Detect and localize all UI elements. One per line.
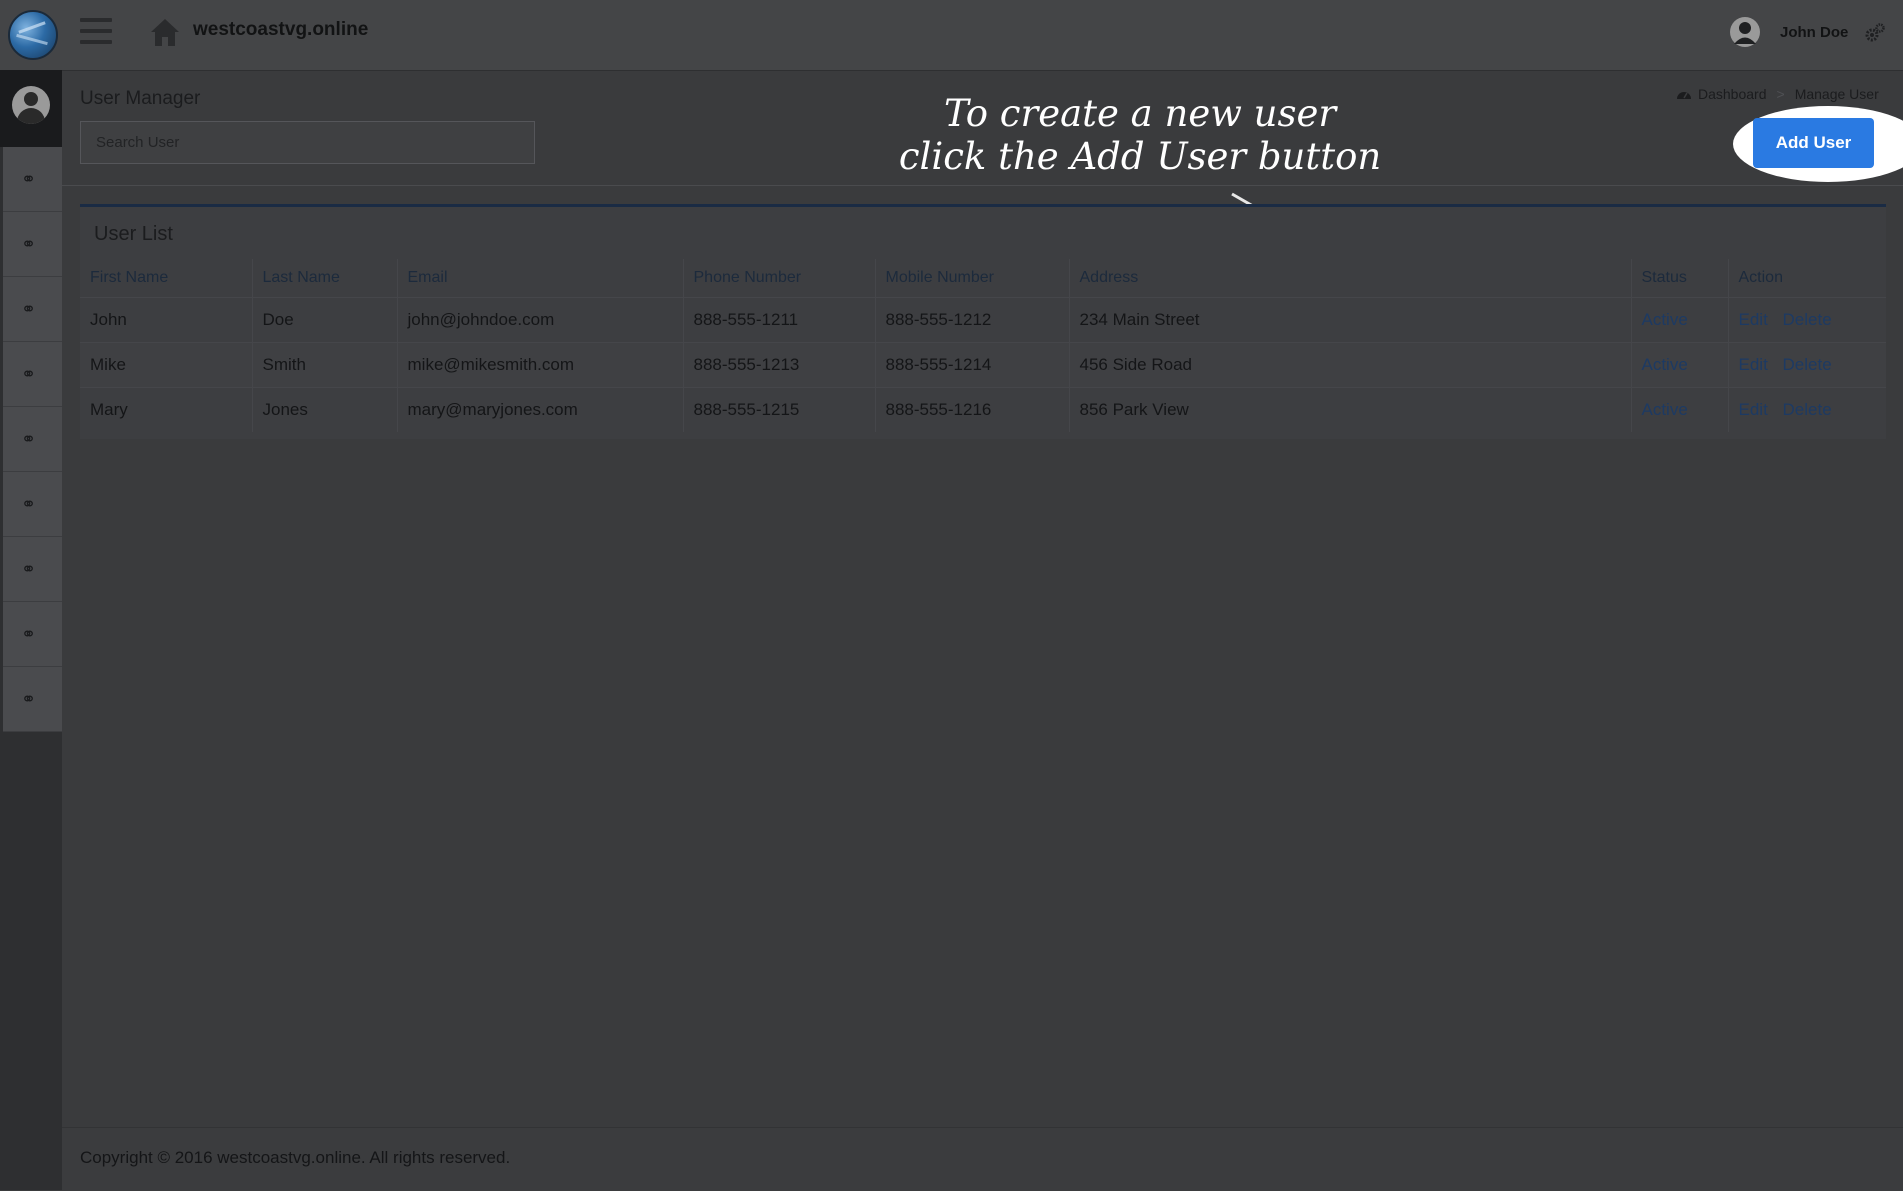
sidebar-item-9[interactable]: ⚭	[3, 667, 62, 732]
table-row: John Doe john@johndoe.com 888-555-1211 8…	[80, 297, 1886, 343]
breadcrumb: Dashboard > Manage User	[1676, 86, 1879, 102]
link-icon: ⚭	[21, 298, 37, 319]
dashboard-icon	[1677, 92, 1691, 99]
last-name-cell: Jones	[251, 387, 397, 432]
address-cell: 856 Park View	[1068, 387, 1631, 432]
column-header[interactable]: First Name	[80, 259, 252, 298]
phone-cell: 888-555-1215	[682, 387, 875, 432]
user-avatar-icon[interactable]	[1730, 17, 1760, 47]
breadcrumb-current: Manage User	[1794, 86, 1879, 102]
delete-link[interactable]: Delete	[1783, 355, 1832, 374]
link-icon: ⚭	[21, 688, 37, 709]
status-link[interactable]: Active	[1642, 400, 1688, 419]
mobile-cell: 888-555-1212	[874, 297, 1069, 343]
sidebar-profile[interactable]	[0, 70, 62, 147]
mobile-cell: 888-555-1216	[874, 387, 1069, 432]
table-row: Mike Smith mike@mikesmith.com 888-555-12…	[80, 342, 1886, 388]
sidebar-item-1[interactable]: ⚭	[3, 147, 62, 212]
column-header[interactable]: Last Name	[251, 259, 397, 298]
footer: Copyright © 2016 westcoastvg.online. All…	[62, 1127, 1903, 1191]
column-header[interactable]: Email	[396, 259, 683, 298]
first-name-cell: Mary	[80, 387, 252, 432]
link-icon: ⚭	[21, 428, 37, 449]
edit-link[interactable]: Edit	[1739, 355, 1768, 374]
delete-link[interactable]: Delete	[1783, 310, 1832, 329]
page-title: User Manager	[80, 88, 201, 109]
status-link[interactable]: Active	[1642, 310, 1688, 329]
link-icon: ⚭	[21, 623, 37, 644]
email-cell: mike@mikesmith.com	[396, 342, 683, 388]
last-name-cell: Smith	[251, 342, 397, 388]
sidebar-menu: ⚭ ⚭ ⚭ ⚭ ⚭ ⚭ ⚭ ⚭ ⚭	[3, 147, 62, 732]
user-name[interactable]: John Doe	[1780, 24, 1848, 41]
annotation-line-1: To create a new user	[943, 92, 1337, 135]
first-name-cell: John	[80, 297, 252, 343]
annotation-text: To create a new user click the Add User …	[880, 92, 1400, 178]
sidebar-item-8[interactable]: ⚭	[3, 602, 62, 667]
home-icon[interactable]	[148, 16, 182, 48]
phone-cell: 888-555-1211	[682, 297, 875, 343]
table-row: Mary Jones mary@maryjones.com 888-555-12…	[80, 387, 1886, 432]
last-name-cell: Doe	[251, 297, 397, 343]
top-bar: westcoastvg.online John Doe	[0, 0, 1903, 71]
table-header-row: First Name Last Name Email Phone Number …	[80, 259, 1886, 298]
link-icon: ⚭	[21, 363, 37, 384]
first-name-cell: Mike	[80, 342, 252, 388]
sidebar-item-6[interactable]: ⚭	[3, 472, 62, 537]
panel-title: User List	[94, 223, 173, 245]
menu-toggle-icon[interactable]	[80, 18, 112, 46]
column-header[interactable]: Address	[1068, 259, 1631, 298]
header-divider	[62, 185, 1903, 186]
sidebar: ⚭ ⚭ ⚭ ⚭ ⚭ ⚭ ⚭ ⚭ ⚭	[0, 70, 62, 1190]
link-icon: ⚭	[21, 168, 37, 189]
edit-link[interactable]: Edit	[1739, 400, 1768, 419]
gear-icon[interactable]	[1864, 22, 1886, 44]
phone-cell: 888-555-1213	[682, 342, 875, 388]
email-cell: mary@maryjones.com	[396, 387, 683, 432]
address-cell: 234 Main Street	[1068, 297, 1631, 343]
column-header[interactable]: Phone Number	[682, 259, 875, 298]
address-cell: 456 Side Road	[1068, 342, 1631, 388]
column-header: Action	[1727, 259, 1886, 298]
breadcrumb-dashboard[interactable]: Dashboard	[1698, 86, 1767, 102]
email-cell: john@johndoe.com	[396, 297, 683, 343]
link-icon: ⚭	[21, 558, 37, 579]
column-header[interactable]: Mobile Number	[874, 259, 1069, 298]
user-list-panel: User List First Name Last Name Email Pho…	[80, 204, 1886, 439]
sidebar-item-5[interactable]: ⚭	[3, 407, 62, 472]
breadcrumb-separator: >	[1776, 86, 1785, 102]
sidebar-item-7[interactable]: ⚭	[3, 537, 62, 602]
sidebar-item-4[interactable]: ⚭	[3, 342, 62, 407]
profile-avatar[interactable]	[12, 86, 50, 124]
add-user-button[interactable]: Add User	[1753, 118, 1874, 168]
search-input[interactable]	[80, 121, 535, 164]
sidebar-item-3[interactable]: ⚭	[3, 277, 62, 342]
edit-link[interactable]: Edit	[1739, 310, 1768, 329]
status-link[interactable]: Active	[1642, 355, 1688, 374]
globe-logo[interactable]	[8, 10, 58, 60]
delete-link[interactable]: Delete	[1783, 400, 1832, 419]
annotation-line-2: click the Add User button	[898, 135, 1382, 178]
link-icon: ⚭	[21, 493, 37, 514]
sidebar-item-2[interactable]: ⚭	[3, 212, 62, 277]
link-icon: ⚭	[21, 233, 37, 254]
mobile-cell: 888-555-1214	[874, 342, 1069, 388]
user-table: First Name Last Name Email Phone Number …	[80, 259, 1886, 432]
copyright-text: Copyright © 2016 westcoastvg.online. All…	[80, 1148, 511, 1167]
column-header[interactable]: Status	[1630, 259, 1728, 298]
site-name[interactable]: westcoastvg.online	[193, 19, 368, 41]
